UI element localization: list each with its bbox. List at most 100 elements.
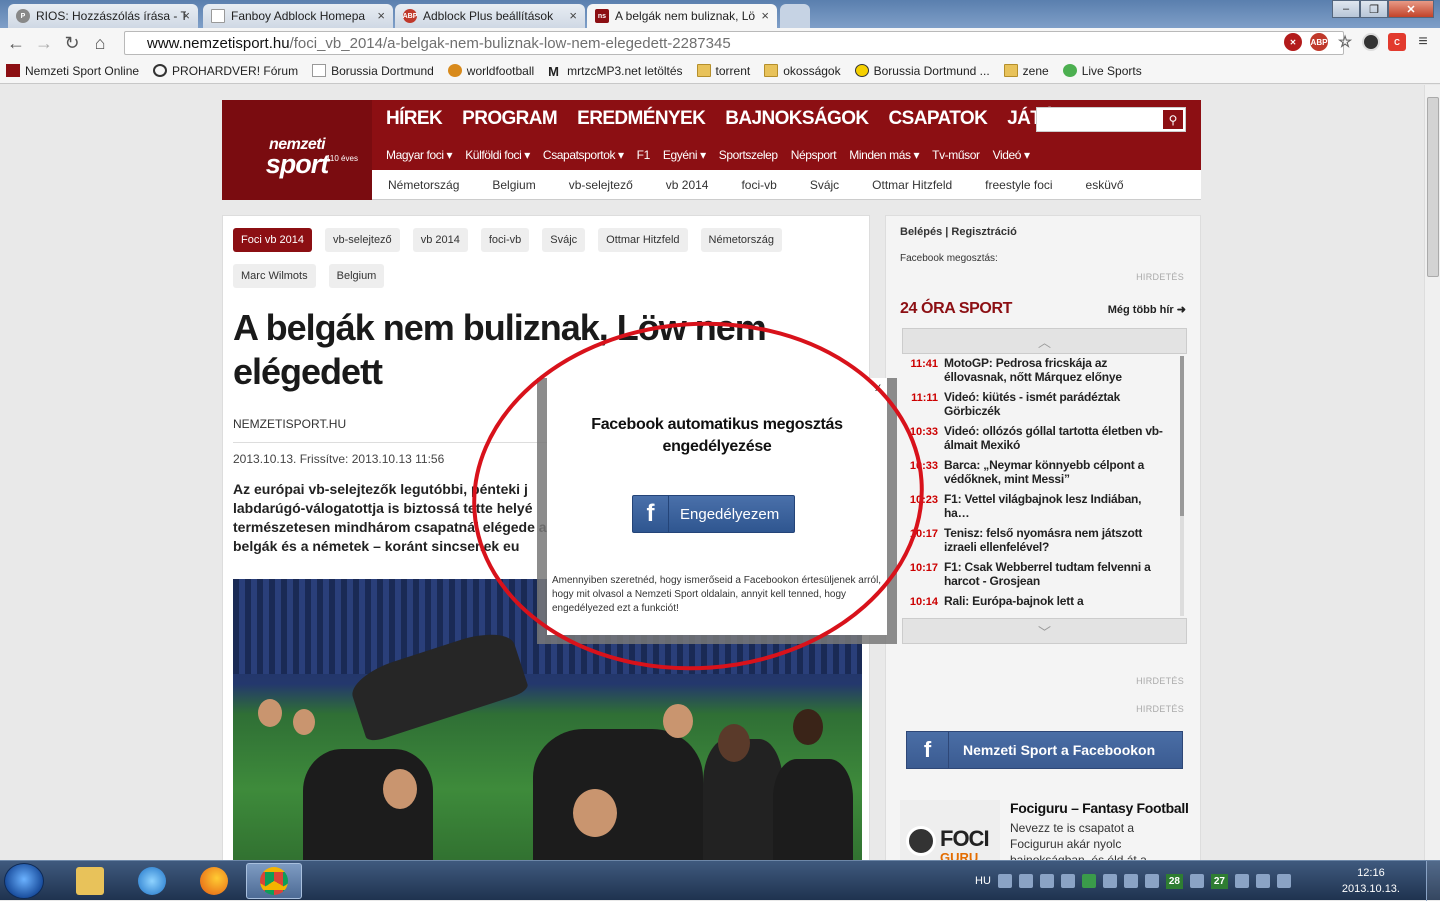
c-extension-icon[interactable]: C [1388,33,1406,51]
subnav-item[interactable]: F1 [637,148,651,162]
login-link[interactable]: Belépés [900,226,942,238]
subnav-item[interactable]: Csapatsportok ▾ [543,148,624,162]
nav-hirek[interactable]: HÍREK [386,108,443,130]
search-input[interactable]: ⚲ [1036,107,1186,132]
show-desktop-button[interactable] [1426,861,1440,901]
close-icon[interactable]: x [875,380,881,394]
close-icon[interactable]: × [761,8,769,23]
fociguru-title[interactable]: Fociguru – Fantasy Football [1010,800,1189,816]
nav-program[interactable]: PROGRAM [462,108,558,130]
tagnav-item[interactable]: Belgium [492,178,535,192]
tagnav-item[interactable]: foci-vb [741,178,776,192]
start-button[interactable] [4,863,44,899]
bookmark-item[interactable]: Borussia Dortmund ... [854,64,990,78]
tag-pill[interactable]: Belgium [328,264,385,288]
bookmark-item[interactable]: Borussia Dortmund [312,64,434,78]
home-button[interactable]: ⌂ [86,29,114,57]
allow-button[interactable]: f Engedélyezem [632,495,795,533]
news-item[interactable]: 11:11 Videó: kiütés - ismét parádéztak Gö… [902,390,1172,418]
news-item[interactable]: 10:17 Tenisz: felső nyomásra nem játszott… [902,526,1172,554]
bookmark-item[interactable]: zene [1003,64,1049,78]
flag-icon[interactable] [1189,874,1204,888]
site-logo[interactable]: nemzeti sport 110 éves [222,100,372,200]
scrollbar-thumb[interactable] [1427,97,1439,277]
football-icon[interactable] [1362,33,1380,51]
forward-button[interactable]: → [30,29,58,57]
tagnav-item[interactable]: vb-selejtező [569,178,633,192]
bookmark-item[interactable]: torrent [696,64,750,78]
tagnav-item[interactable]: Svájc [810,178,839,192]
address-bar[interactable]: www.nemzetisport.hu/foci_vb_2014/a-belga… [124,31,1344,55]
bookmark-item[interactable]: Nemzeti Sport Online [6,64,139,78]
tab-forum[interactable]: P RIOS: Hozzászólás írása - T × [8,4,198,28]
tag-pill[interactable]: Foci vb 2014 [233,228,312,252]
star-icon[interactable]: ☆ [1336,33,1354,51]
news-item[interactable]: 10:14 Rali: Európa-bajnok lett a [902,594,1172,609]
maximize-button[interactable]: ❐ [1360,0,1388,18]
subnav-item[interactable]: Egyéni ▾ [663,148,706,162]
bookmark-item[interactable]: Live Sports [1062,64,1142,78]
tag-pill[interactable]: foci-vb [480,228,530,252]
tag-pill[interactable]: Marc Wilmots [233,264,316,288]
subnav-item[interactable]: Külföldi foci ▾ [465,148,530,162]
subnav-item[interactable]: Minden más ▾ [849,148,919,162]
tab-article[interactable]: ns A belgák nem buliznak, Lö × [587,4,777,28]
news-item[interactable]: 11:41 MotoGP: Pedrosa fricskája az éllova… [902,356,1172,384]
bookmark-item[interactable]: MmrtzcMP3.net letöltés [548,64,682,80]
chrome-taskbar-button[interactable] [246,863,302,899]
tray-icon[interactable] [1144,874,1159,888]
close-icon[interactable]: × [569,8,577,23]
tagnav-item[interactable]: Ottmar Hitzfeld [872,178,952,192]
tag-pill[interactable]: vb-selejtező [324,228,400,252]
news-item[interactable]: 10:33 Videó: ollózós góllal tartotta élet… [902,424,1172,452]
tray-icon[interactable] [1123,874,1138,888]
tray-icon[interactable] [1039,874,1054,888]
new-tab-button[interactable] [780,4,810,28]
facebook-page-button[interactable]: f Nemzeti Sport a Facebookon [906,731,1183,769]
page-scrollbar[interactable] [1424,85,1440,860]
tray-icon[interactable] [1102,874,1117,888]
tagnav-item[interactable]: Németország [388,178,459,192]
ie-taskbar-button[interactable] [124,863,180,899]
explorer-taskbar-button[interactable] [62,863,118,899]
tray-icon[interactable] [1234,874,1249,888]
tagnav-item[interactable]: freestyle foci [985,178,1052,192]
shield-icon[interactable] [1081,874,1096,888]
tag-pill[interactable]: Németország [700,228,782,252]
scroll-up-button[interactable]: ︿ [902,328,1187,354]
subnav-item[interactable]: Magyar foci ▾ [386,148,453,162]
tray-icon[interactable] [997,874,1012,888]
tag-pill[interactable]: Ottmar Hitzfeld [598,228,688,252]
firefox-taskbar-button[interactable] [186,863,242,899]
article-source[interactable]: NEMZETISPORT.HU [233,417,346,431]
abp-icon[interactable]: ABP [1310,33,1328,51]
clock[interactable]: 12:16 2013.10.13. [1342,865,1400,897]
close-window-button[interactable]: ✕ [1388,0,1434,18]
tagnav-item[interactable]: vb 2014 [666,178,709,192]
nav-csapatok[interactable]: CSAPATOK [889,108,988,130]
tab-fanboy[interactable]: Fanboy Adblock Homepa × [203,4,393,28]
scroll-down-button[interactable]: ﹀ [902,618,1187,644]
menu-icon[interactable]: ≡ [1414,33,1432,51]
close-icon[interactable]: × [182,8,190,23]
more-news-link[interactable]: Még több hír ➜ [1108,303,1186,316]
news-item[interactable]: 10:17 F1: Csak Webberrel tudtam felvenni … [902,560,1172,588]
tray-badge[interactable]: 28 [1165,873,1183,889]
language-indicator[interactable]: HU [975,875,991,887]
close-icon[interactable]: × [377,8,385,23]
reload-button[interactable]: ↻ [58,29,86,57]
tray-icon[interactable] [1060,874,1075,888]
nav-eredmenyek[interactable]: EREDMÉNYEK [577,108,706,130]
block-extension-icon[interactable]: ✕ [1284,33,1302,51]
subnav-item[interactable]: Sportszelep [719,148,778,162]
tray-icon[interactable] [1018,874,1033,888]
subnav-item[interactable]: Népsport [791,148,837,162]
bookmark-item[interactable]: worldfootball [447,64,534,78]
minimize-button[interactable]: – [1332,0,1360,18]
network-icon[interactable] [1255,874,1270,888]
tab-adblock[interactable]: ABP Adblock Plus beállítások × [395,4,585,28]
subnav-item[interactable]: Videó ▾ [993,148,1030,162]
tray-badge[interactable]: 27 [1210,873,1228,889]
tagnav-item[interactable]: esküvő [1086,178,1124,192]
search-icon[interactable]: ⚲ [1163,110,1183,129]
